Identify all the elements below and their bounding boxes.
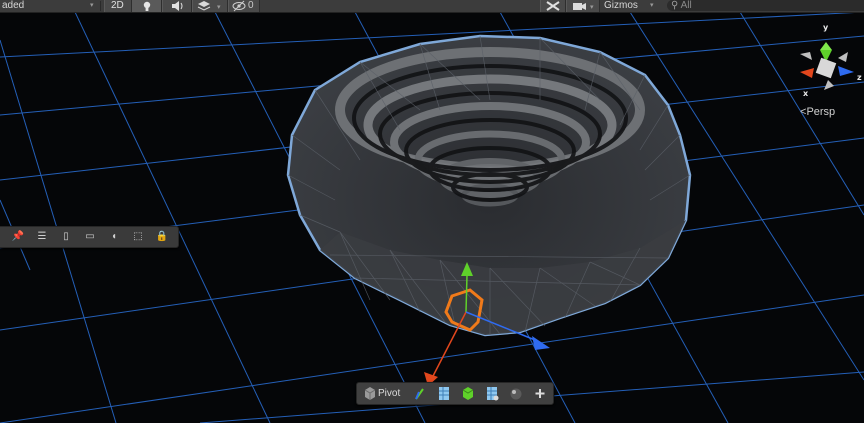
toggle-2d-label: 2D bbox=[111, 0, 124, 11]
dropdown-arrow-icon: ▾ bbox=[90, 2, 94, 9]
gizmo-y-label: y bbox=[823, 23, 829, 32]
grid-settings-icon[interactable] bbox=[485, 386, 499, 401]
scene-viewport[interactable]: y z x bbox=[0, 12, 864, 423]
projection-toggle[interactable]: <Persp bbox=[800, 106, 835, 118]
tools-button[interactable] bbox=[540, 0, 566, 12]
effects-layers-icon: ▾ bbox=[197, 1, 221, 11]
pivot-cube-icon bbox=[364, 387, 376, 400]
lighting-toggle-button[interactable] bbox=[132, 0, 162, 12]
lightbulb-icon bbox=[143, 1, 151, 11]
gizmos-arrow-icon: ▾ bbox=[650, 2, 654, 9]
gizmos-label: Gizmos bbox=[604, 0, 638, 11]
gizmo-z-label: z bbox=[857, 73, 862, 82]
speaker-icon bbox=[172, 1, 183, 11]
left-tool-panel: 📌 ☰ ▯ ▭ ◖ ⬚ 🔒 bbox=[0, 226, 179, 248]
pacman-icon[interactable]: ◖ bbox=[106, 230, 122, 244]
list-icon[interactable]: ☰ bbox=[34, 230, 50, 244]
camera-dropdown-button[interactable]: ▾ bbox=[566, 0, 600, 12]
gizmos-dropdown[interactable]: Gizmos ▾ bbox=[604, 0, 664, 12]
y-axis-line bbox=[465, 274, 468, 313]
grid-building-icon[interactable] bbox=[437, 386, 451, 401]
toggle-2d-button[interactable]: 2D bbox=[104, 0, 132, 12]
pivot-toggle[interactable]: Pivot bbox=[378, 386, 400, 401]
effects-dropdown-button[interactable]: ▾ bbox=[192, 0, 228, 12]
sphere-icon[interactable] bbox=[509, 386, 523, 401]
eye-slash-icon bbox=[232, 0, 246, 12]
phone-icon[interactable]: ▯ bbox=[58, 230, 74, 244]
svg-text:▾: ▾ bbox=[217, 4, 221, 11]
svg-text:▾: ▾ bbox=[590, 4, 594, 11]
lock-icon[interactable]: 🔒 bbox=[154, 230, 170, 244]
hidden-count: 0 bbox=[248, 0, 254, 11]
fit-frame-icon[interactable]: ⬚ bbox=[130, 230, 146, 244]
add-plus-icon[interactable] bbox=[533, 386, 547, 401]
scene-view-toolbar: aded ▾ 2D ▾ 0 ▾ Gizmos ▾ ⚲ All bbox=[0, 0, 864, 13]
projection-label: Persp bbox=[806, 106, 836, 118]
camera-icon: ▾ bbox=[573, 3, 594, 11]
gizmo-x-label: x bbox=[803, 89, 809, 98]
hidden-objects-button[interactable]: 0 bbox=[228, 0, 260, 12]
shading-mode-dropdown[interactable]: aded ▾ bbox=[2, 0, 94, 12]
search-icon: ⚲ bbox=[671, 0, 679, 11]
shading-mode-label: aded bbox=[2, 0, 25, 11]
search-placeholder: All bbox=[680, 0, 692, 11]
audio-toggle-button[interactable] bbox=[162, 0, 192, 12]
pin-icon[interactable]: 📌 bbox=[10, 230, 26, 244]
wrench-cross-icon bbox=[546, 1, 560, 11]
green-cube-icon[interactable] bbox=[461, 386, 475, 401]
bottom-tool-panel: Pivot bbox=[356, 382, 554, 405]
folder-icon[interactable]: ▭ bbox=[82, 230, 98, 244]
snap-tool-icon[interactable] bbox=[413, 386, 427, 401]
hierarchy-search-field[interactable]: ⚲ All bbox=[667, 0, 864, 11]
